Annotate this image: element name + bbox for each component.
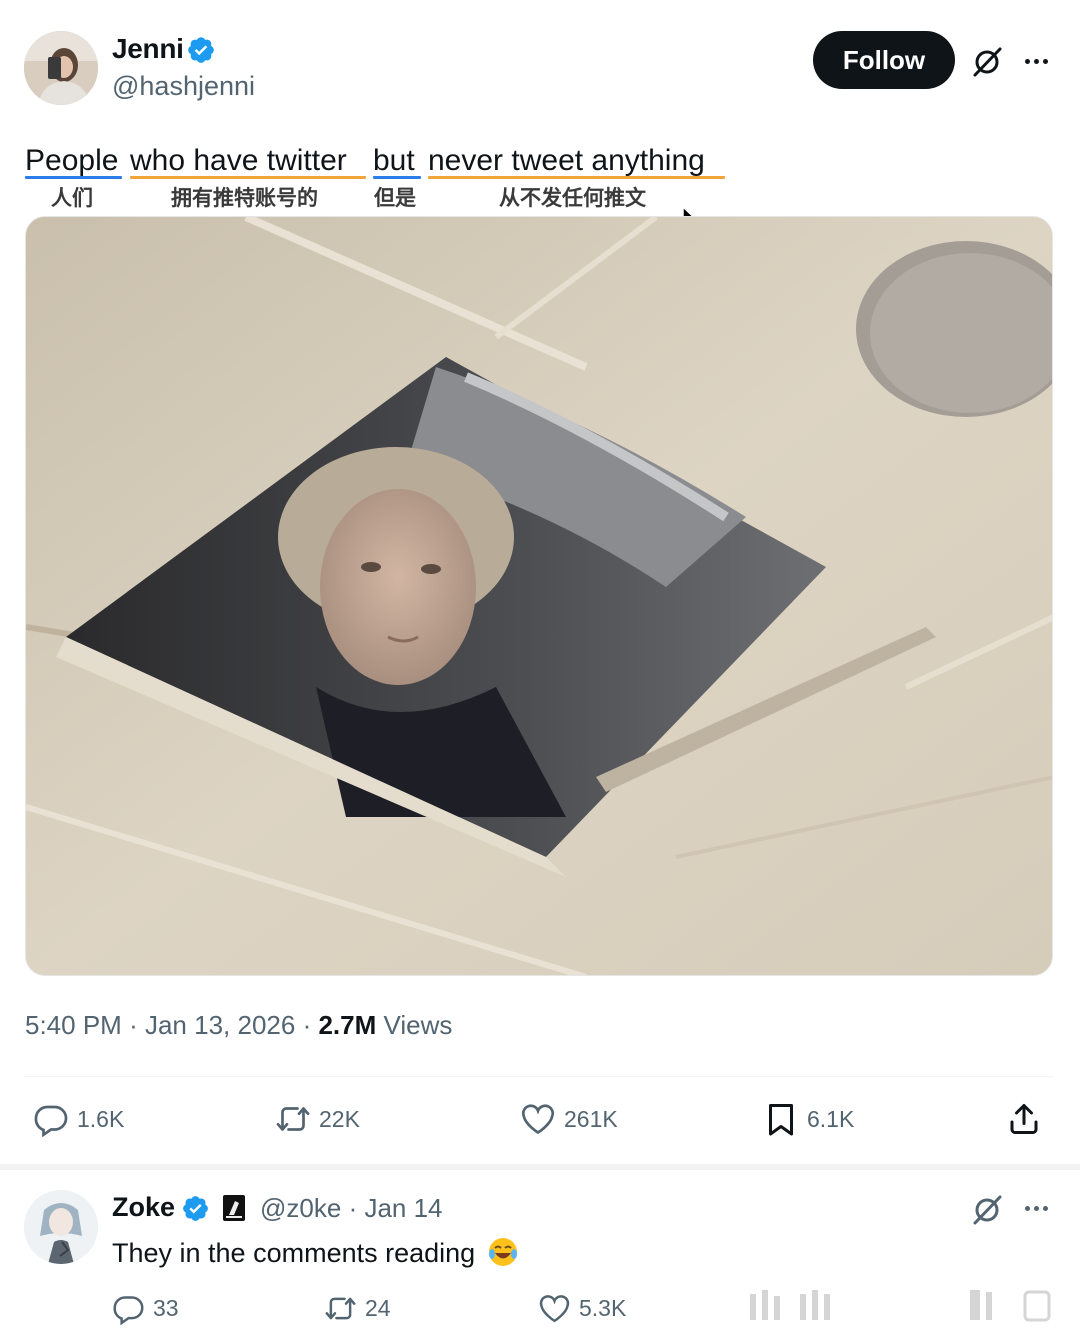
translation-underline [428,176,725,179]
reply-like-button[interactable]: 5.3K [538,1292,626,1325]
reply-date[interactable]: Jan 14 [364,1193,442,1223]
author-avatar-image [24,31,98,105]
meta-separator: · [348,1193,365,1223]
views-label: Views [383,1010,453,1040]
translation-text: 从不发任何推文 [499,186,646,210]
views-count: 2.7M [318,1010,377,1040]
author-avatar[interactable] [24,31,98,105]
laughing-emoji-icon [488,1238,517,1266]
repost-button[interactable]: 22K [275,1101,360,1137]
section-divider [0,1164,1080,1170]
translation-text: 人们 [51,186,93,210]
reply-reply-count: 33 [153,1295,179,1321]
like-icon [521,1104,555,1135]
reply-icon [34,1105,68,1137]
bookmark-icon [769,1104,793,1136]
reply-like-count: 5.3K [579,1295,627,1321]
like-count: 261K [564,1105,618,1132]
reply-count: 1.6K [77,1105,125,1132]
repost-icon [276,1107,310,1131]
divider [25,1076,1053,1077]
more-icon[interactable] [1019,1198,1053,1218]
share-button[interactable] [1006,1101,1042,1137]
translation-text: 但是 [374,186,416,210]
tweet-media-image[interactable] [25,216,1053,976]
reply-handle-date: @z0ke · Jan 14 [260,1193,443,1224]
grok-icon[interactable] [970,1192,1004,1226]
reply-text-body: They in the comments reading [112,1238,476,1268]
affiliate-badge-icon [223,1195,245,1221]
like-icon [539,1295,570,1323]
verified-badge-icon [183,1196,208,1221]
translation-underline [373,176,421,179]
translation-underline [25,176,122,179]
meta-separator: · [302,1010,312,1040]
tweet-text-segment: who have twitter [130,144,347,177]
tweet-text-segment: People [25,144,119,177]
tweet-text-segment: never tweet anything [428,144,705,177]
like-button[interactable]: 261K [520,1101,618,1137]
meta-separator: · [129,1010,138,1040]
translation-underline [130,176,366,179]
reply-avatar-image [24,1190,98,1264]
reply-button[interactable]: 1.6K [33,1101,124,1137]
ceiling-photo [26,217,1052,975]
tweet-text-segment: but [373,144,415,177]
grok-icon[interactable] [970,44,1004,78]
reply-reply-button[interactable]: 33 [112,1292,179,1325]
reply-icon [113,1296,144,1325]
share-icon [1010,1104,1038,1134]
reply-repost-count: 24 [365,1295,391,1321]
reply-author-avatar[interactable] [24,1190,98,1264]
reply-repost-button[interactable]: 24 [324,1292,391,1325]
repost-icon [325,1297,356,1320]
translation-text: 拥有推特账号的 [171,186,318,210]
verified-badge-icon [188,37,214,63]
more-icon[interactable] [1019,51,1053,71]
watermark [730,1288,1060,1324]
repost-count: 22K [319,1105,360,1132]
watermark-graphic [750,1290,1051,1322]
tweet-date[interactable]: Jan 13, 2026 [145,1010,295,1040]
reply-handle[interactable]: @z0ke [260,1193,341,1223]
author-handle[interactable]: @hashjenni [112,71,255,102]
author-name[interactable]: Jenni [112,33,184,65]
bookmark-count: 6.1K [807,1105,855,1132]
follow-button[interactable]: Follow [813,31,955,89]
reply-author-name[interactable]: Zoke [112,1192,175,1223]
tweet-time[interactable]: 5:40 PM [25,1010,122,1040]
bookmark-button[interactable]: 6.1K [763,1101,854,1137]
tweet-meta: 5:40 PM · Jan 13, 2026 · 2.7M Views [25,1010,452,1041]
reply-text: They in the comments reading [112,1236,519,1269]
